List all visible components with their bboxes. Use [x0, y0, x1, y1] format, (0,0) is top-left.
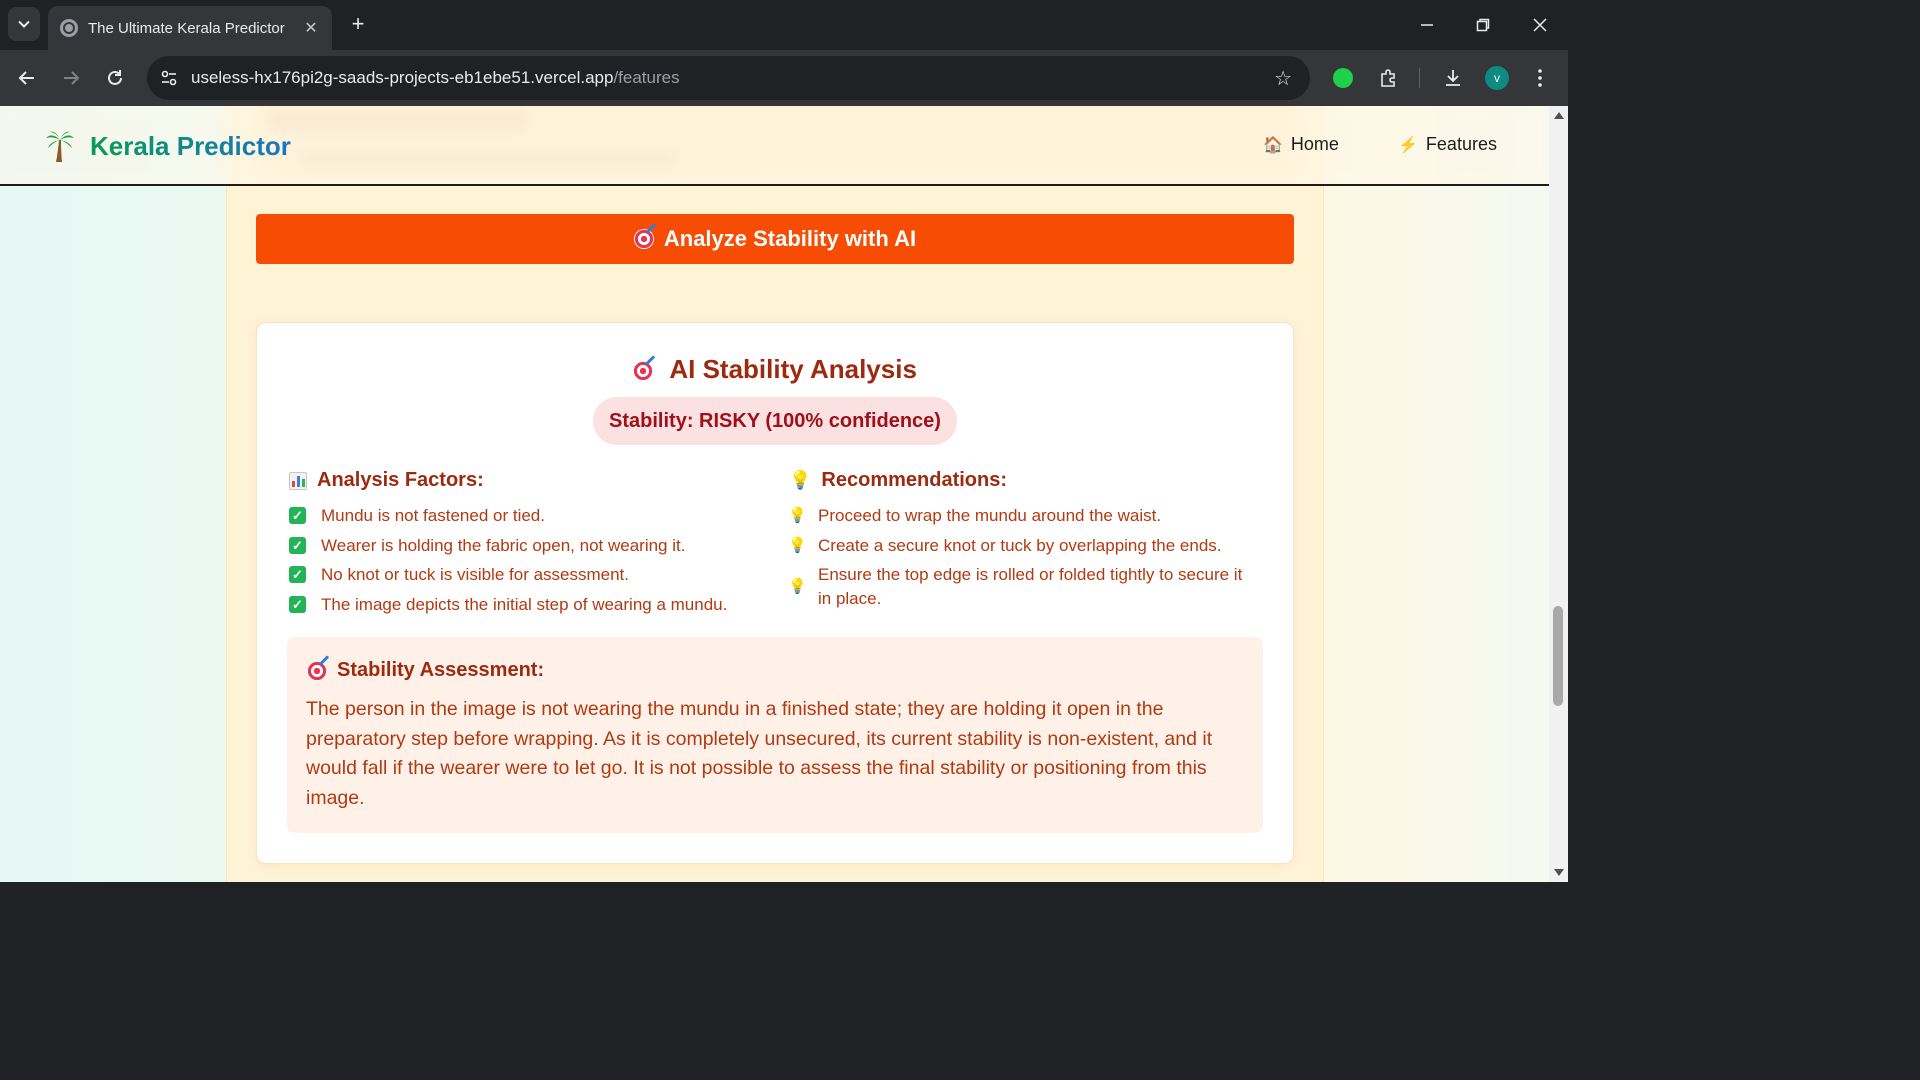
star-icon[interactable]: ☆ [1274, 66, 1292, 91]
back-icon [18, 71, 34, 85]
target-icon [307, 660, 327, 681]
palm-tree-icon [46, 130, 74, 162]
puzzle-icon[interactable] [1374, 64, 1402, 92]
check-icon: ✓ [289, 595, 306, 613]
window-close-icon [1533, 18, 1547, 32]
list-item: 💡 Proceed to wrap the mundu around the wa… [788, 504, 1258, 528]
url-host: useless-hx176pi2g-saads-projects-eb1ebe5… [191, 68, 614, 87]
assessment-text: The person in the image is not wearing t… [306, 698, 1213, 809]
factors-heading: Analysis Factors: [289, 469, 484, 492]
scroll-down-icon[interactable] [1554, 869, 1564, 876]
recommendations-heading: 💡 Recommendations: [789, 469, 1007, 492]
factor-text: Mundu is not fastened or tied. [321, 506, 545, 525]
lightning-icon: ⚡ [1398, 136, 1418, 154]
nav-home-label: Home [1290, 134, 1339, 154]
lightbulb-icon: 💡 [789, 470, 812, 490]
restore-button[interactable] [1455, 0, 1511, 50]
minimize-button[interactable] [1399, 0, 1455, 50]
nav-features-link[interactable]: ⚡ Features [1398, 134, 1497, 155]
page-scrollbar[interactable] [1549, 106, 1568, 882]
nav-home-link[interactable]: 🏠 Home [1263, 134, 1339, 155]
tab-title: The Ultimate Kerala Predictor [88, 19, 285, 37]
list-item: 💡 Create a secure knot or tuck by overlap… [788, 534, 1258, 558]
reload-button[interactable] [99, 62, 131, 94]
factor-text: No knot or tuck is visible for assessmen… [321, 565, 630, 584]
house-icon: 🏠 [1263, 136, 1283, 154]
site-navbar: Kerala Predictor 🏠 Home ⚡ Features [0, 106, 1549, 186]
list-item: ✓ No knot or tuck is visible for assessme… [289, 563, 749, 587]
tab-search-button[interactable] [8, 7, 40, 41]
lightbulb-icon: 💡 [788, 578, 807, 595]
list-item: ✓ Wearer is holding the fabric open, not … [289, 534, 749, 558]
browser-tab[interactable]: The Ultimate Kerala Predictor ✕ [48, 6, 332, 50]
result-title: AI Stability Analysis [257, 354, 1293, 385]
page-viewport: Kerala Predictor 🏠 Home ⚡ Features Analy… [0, 106, 1549, 882]
brand-name: Kerala Predictor [90, 130, 291, 161]
browser-toolbar: useless-hx176pi2g-saads-projects-eb1ebe5… [0, 50, 1568, 106]
url-text: useless-hx176pi2g-saads-projects-eb1ebe5… [191, 68, 680, 88]
analyze-stability-button[interactable]: Analyze Stability with AI [256, 214, 1294, 264]
lightbulb-icon: 💡 [788, 507, 807, 524]
factor-text: Wearer is holding the fabric open, not w… [321, 535, 686, 555]
globe-icon [60, 19, 78, 37]
extension-icon[interactable] [1329, 64, 1357, 92]
window-close-button[interactable] [1512, 0, 1568, 50]
target-icon [633, 229, 654, 249]
recommendations-heading-text: Recommendations: [821, 469, 1008, 491]
check-icon: ✓ [289, 536, 306, 554]
brand-logo[interactable]: Kerala Predictor [46, 130, 291, 162]
factor-text: The image depicts the initial step of we… [321, 594, 728, 614]
menu-icon[interactable] [1526, 64, 1554, 92]
assessment-heading-text: Stability Assessment: [337, 659, 545, 681]
list-item: 💡 Ensure the top edge is rolled or folded… [788, 563, 1258, 611]
list-item: ✓ Mundu is not fastened or tied. [289, 504, 749, 528]
url-path: /features [613, 68, 680, 87]
chevron-down-icon [18, 20, 30, 28]
recommendations-list: 💡 Proceed to wrap the mundu around the wa… [788, 504, 1258, 617]
scroll-up-icon[interactable] [1554, 112, 1564, 119]
restore-icon [1476, 18, 1490, 32]
check-icon: ✓ [289, 507, 306, 524]
assessment-heading: Stability Assessment: [307, 659, 544, 682]
back-button[interactable] [11, 62, 43, 94]
analyze-button-label: Analyze Stability with AI [663, 226, 917, 251]
new-tab-button[interactable]: + [344, 10, 372, 38]
toolbar-divider [1419, 68, 1420, 88]
stability-badge: Stability: RISKY (100% confidence) [593, 397, 957, 445]
tab-close-icon[interactable]: ✕ [302, 18, 320, 38]
analysis-result-card: AI Stability Analysis Stability: RISKY (… [256, 322, 1294, 864]
browser-tabstrip: The Ultimate Kerala Predictor ✕ + [0, 0, 1568, 50]
check-icon: ✓ [289, 566, 306, 583]
recommendation-text: Proceed to wrap the mundu around the wai… [818, 506, 1162, 525]
forward-button[interactable] [55, 62, 87, 94]
recommendation-text: Ensure the top edge is rolled or folded … [818, 565, 1243, 608]
reload-icon [108, 70, 122, 85]
stability-assessment-box: Stability Assessment: The person in the … [287, 637, 1263, 833]
nav-features-label: Features [1425, 134, 1497, 154]
forward-icon [64, 71, 80, 85]
factors-list: ✓ Mundu is not fastened or tied. ✓ Wearer … [289, 504, 749, 622]
target-icon [633, 361, 654, 382]
minimize-icon [1421, 24, 1433, 26]
bar-chart-icon [289, 471, 307, 490]
download-icon[interactable] [1439, 64, 1467, 92]
recommendation-text: Create a secure knot or tuck by overlapp… [818, 535, 1222, 555]
profile-avatar[interactable]: v [1483, 64, 1511, 92]
scrollbar-thumb[interactable] [1553, 606, 1563, 706]
result-title-text: AI Stability Analysis [669, 354, 917, 384]
list-item: ✓ The image depicts the initial step of w… [289, 593, 749, 617]
lightbulb-icon: 💡 [788, 536, 807, 554]
site-settings-icon[interactable] [159, 68, 179, 88]
address-bar[interactable]: useless-hx176pi2g-saads-projects-eb1ebe5… [147, 56, 1310, 100]
factors-heading-text: Analysis Factors: [317, 469, 484, 491]
